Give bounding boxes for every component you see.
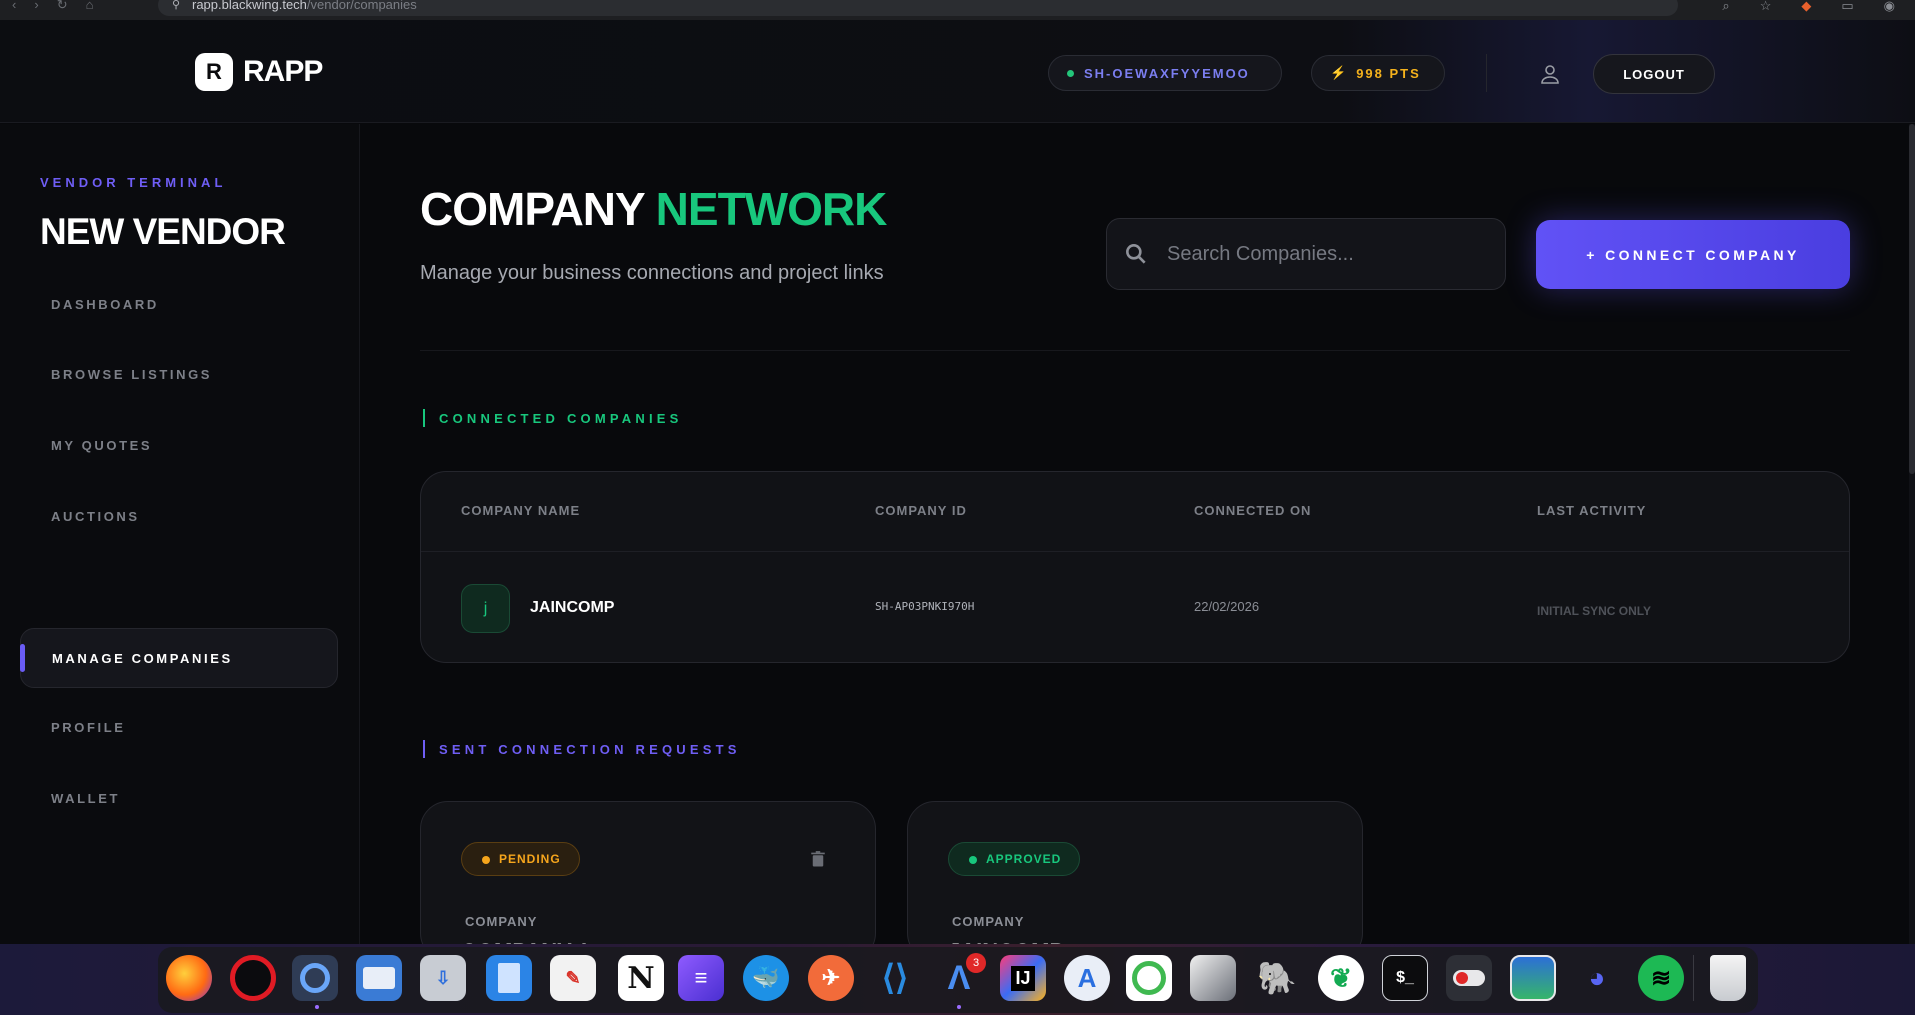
connected-on-date: 22/02/2026	[1194, 599, 1260, 614]
table-header: COMPANY NAME COMPANY ID CONNECTED ON LAS…	[421, 472, 1849, 552]
column-header-last-activity: LAST ACTIVITY	[1537, 503, 1647, 518]
section-divider	[420, 350, 1850, 351]
notification-badge: 3	[966, 953, 986, 973]
sidebar-item-profile[interactable]: PROFILE	[20, 697, 338, 757]
intellij-icon[interactable]: IJ	[1000, 955, 1046, 1001]
mongodb-icon[interactable]: ❦	[1318, 955, 1364, 1001]
browser-nav: ‹ › ↻ ⌂	[12, 0, 93, 14]
opera-icon[interactable]	[230, 955, 276, 1001]
connected-companies-heading: CONNECTED COMPANIES	[423, 409, 683, 427]
postman-icon[interactable]: ✈	[808, 955, 854, 1001]
sidebar-item-wallet[interactable]: WALLET	[20, 768, 338, 828]
status-badge: APPROVED	[948, 842, 1081, 876]
docker-icon[interactable]: 🐳	[743, 955, 789, 1001]
search-icon	[1126, 244, 1146, 264]
column-header-company-name: COMPANY NAME	[461, 503, 581, 518]
forward-icon[interactable]: ›	[34, 0, 38, 14]
browser-actions: ⌕ ☆ ◆ ▭ ◉	[1722, 0, 1895, 14]
monitor-icon[interactable]	[1510, 955, 1556, 1001]
browser-toolbar: ‹ › ↻ ⌂ ⚲ rapp.blackwing.tech/vendor/com…	[0, 0, 1915, 20]
card-caption: COMPANY	[465, 914, 538, 929]
column-header-connected-on: CONNECTED ON	[1194, 503, 1312, 518]
sidebar-caption: VENDOR TERMINAL	[40, 175, 227, 190]
reload-icon[interactable]: ↻	[57, 0, 68, 14]
page-title-part2: NETWORK	[655, 183, 888, 235]
url-text[interactable]: rapp.blackwing.tech/vendor/companies	[192, 0, 417, 12]
company-id: SH-AP03PNKI970H	[875, 600, 975, 613]
page-title-part1: COMPANY	[420, 183, 645, 235]
connect-company-button[interactable]: + CONNECT COMPANY	[1536, 220, 1850, 289]
discord-icon[interactable]: ◕	[1574, 955, 1620, 1001]
running-indicator	[315, 1005, 319, 1009]
spotify-icon[interactable]: ≋	[1638, 955, 1684, 1001]
downloads-icon[interactable]: ⇩	[420, 955, 466, 1001]
tableplus-icon[interactable]: 🐘	[1254, 955, 1300, 1001]
firefox-icon[interactable]	[166, 955, 212, 1001]
main-content: COMPANY NETWORK Manage your business con…	[361, 124, 1915, 961]
search-input[interactable]	[1167, 219, 1487, 289]
bolt-icon: ⚡	[1330, 65, 1349, 80]
sync-icon[interactable]	[1126, 955, 1172, 1001]
zoom-icon[interactable]: ⌕	[1722, 0, 1729, 14]
table-row[interactable]: j JAINCOMP SH-AP03PNKI970H 22/02/2026 IN…	[421, 552, 1849, 662]
app-store-icon[interactable]: A	[1064, 955, 1110, 1001]
toggle-icon[interactable]	[1446, 955, 1492, 1001]
notes-icon[interactable]: ≡	[678, 955, 724, 1001]
trash-bin-icon[interactable]	[1710, 955, 1746, 1001]
docs-icon[interactable]	[486, 955, 532, 1001]
notion-icon[interactable]: N	[618, 955, 664, 1001]
chromium-icon[interactable]	[292, 955, 338, 1001]
page-scrollbar[interactable]	[1909, 124, 1915, 944]
bookmark-star-icon[interactable]: ☆	[1760, 0, 1772, 14]
app-header: R RAPP SH-OEWAXFYYEMOO ⚡ 998 PTS LOGOUT	[0, 20, 1915, 123]
text-editor-icon[interactable]: ✎	[550, 955, 596, 1001]
last-activity: INITIAL SYNC ONLY	[1537, 604, 1652, 618]
company-avatar: j	[461, 584, 510, 633]
header-divider	[1486, 54, 1487, 92]
files-icon[interactable]	[356, 955, 402, 1001]
user-id-badge: SH-OEWAXFYYEMOO	[1048, 55, 1282, 91]
running-indicator	[957, 1005, 961, 1009]
profile-icon[interactable]: ◉	[1884, 0, 1895, 14]
sent-requests-heading: SENT CONNECTION REQUESTS	[423, 740, 741, 758]
logo[interactable]: R RAPP	[195, 53, 323, 91]
request-card[interactable]: PENDING COMPANY COMPANY 1	[420, 801, 876, 961]
user-icon[interactable]	[1538, 62, 1562, 86]
sidebar-item-manage-companies[interactable]: MANAGE COMPANIES	[20, 628, 338, 688]
terminal-icon[interactable]: $_	[1382, 955, 1428, 1001]
address-bar[interactable]: ⚲ rapp.blackwing.tech/vendor/companies	[158, 0, 1678, 16]
column-header-company-id: COMPANY ID	[875, 503, 967, 518]
sidebar-title: NEW VENDOR	[40, 211, 286, 252]
trash-icon[interactable]	[809, 850, 827, 868]
dock-separator	[1693, 955, 1694, 1001]
request-card[interactable]: APPROVED COMPANY JAINCOMP	[907, 801, 1363, 961]
vault-icon[interactable]	[1190, 955, 1236, 1001]
home-icon[interactable]: ⌂	[86, 0, 94, 14]
site-info-icon[interactable]: ⚲	[172, 0, 180, 11]
logo-text: RAPP	[243, 55, 323, 88]
search-box[interactable]	[1106, 218, 1506, 290]
tab-icon[interactable]: ▭	[1841, 0, 1853, 14]
sidebar: VENDOR TERMINAL NEW VENDOR DASHBOARD BRO…	[0, 124, 360, 944]
logo-mark: R	[195, 53, 233, 91]
card-caption: COMPANY	[952, 914, 1025, 929]
sidebar-item-dashboard[interactable]: DASHBOARD	[20, 274, 338, 334]
sidebar-item-my-quotes[interactable]: MY QUOTES	[20, 415, 338, 475]
back-icon[interactable]: ‹	[12, 0, 16, 14]
connected-companies-table: COMPANY NAME COMPANY ID CONNECTED ON LAS…	[420, 471, 1850, 663]
extension-icon[interactable]: ◆	[1801, 0, 1811, 14]
page-title: COMPANY NETWORK	[420, 182, 888, 236]
page-subtitle: Manage your business connections and pro…	[420, 262, 884, 284]
company-name: JAINCOMP	[530, 599, 615, 616]
vscode-icon[interactable]: ⟨⟩	[872, 955, 918, 1001]
status-badge: PENDING	[461, 842, 580, 876]
points-badge: ⚡ 998 PTS	[1311, 55, 1445, 91]
sidebar-item-auctions[interactable]: AUCTIONS	[20, 486, 338, 546]
sidebar-item-browse-listings[interactable]: BROWSE LISTINGS	[20, 344, 338, 404]
logout-button[interactable]: LOGOUT	[1593, 54, 1715, 94]
user-id-text: SH-OEWAXFYYEMOO	[1084, 65, 1250, 81]
points-text: 998 PTS	[1356, 65, 1421, 81]
online-status-dot	[1067, 69, 1074, 77]
scrollbar-thumb[interactable]	[1909, 124, 1915, 474]
